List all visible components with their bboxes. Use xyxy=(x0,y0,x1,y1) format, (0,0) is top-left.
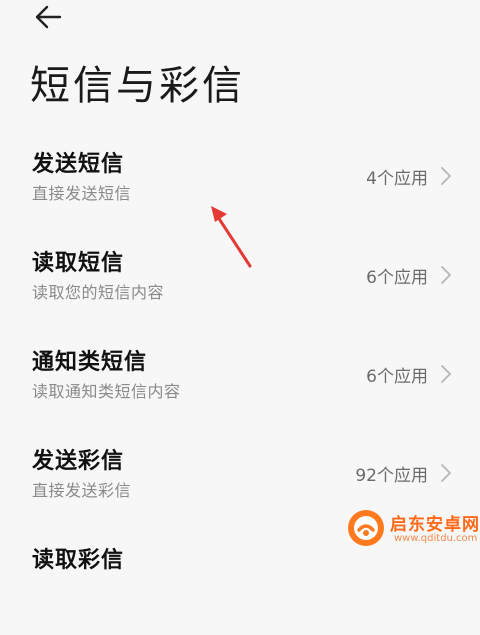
chevron-right-icon xyxy=(441,167,451,185)
item-app-count: 6个应用 xyxy=(366,367,428,387)
back-button[interactable] xyxy=(30,2,70,32)
list-item-notification-sms[interactable]: 通知类短信 读取通知类短信内容 6个应用 xyxy=(0,338,480,437)
item-subtitle: 读取通知类短信内容 xyxy=(32,382,181,401)
item-subtitle: 直接发送短信 xyxy=(32,184,132,203)
watermark-text: 启东安卓网 xyxy=(390,515,480,535)
item-app-count: 6个应用 xyxy=(366,268,428,288)
item-title: 通知类短信 xyxy=(32,350,148,375)
item-title: 发送彩信 xyxy=(32,449,125,474)
arrow-left-icon xyxy=(35,5,62,29)
annotation-arrow-icon xyxy=(211,206,252,268)
watermark-url: www.qditdu.com xyxy=(394,533,478,544)
item-app-count: 92个应用 xyxy=(355,466,428,486)
site-watermark: 启东安卓网 www.qditdu.com xyxy=(344,506,480,552)
item-title: 读取彩信 xyxy=(32,548,125,573)
item-app-count: 4个应用 xyxy=(366,169,428,189)
chevron-right-icon xyxy=(441,365,451,383)
chevron-right-icon xyxy=(441,266,451,284)
watermark-logo-icon xyxy=(348,510,384,546)
item-subtitle: 直接发送彩信 xyxy=(32,481,132,500)
chevron-right-icon xyxy=(441,464,451,482)
page-title: 短信与彩信 xyxy=(30,63,245,109)
item-title: 读取短信 xyxy=(32,251,125,276)
item-title: 发送短信 xyxy=(32,152,125,177)
item-subtitle: 读取您的短信内容 xyxy=(32,283,165,302)
